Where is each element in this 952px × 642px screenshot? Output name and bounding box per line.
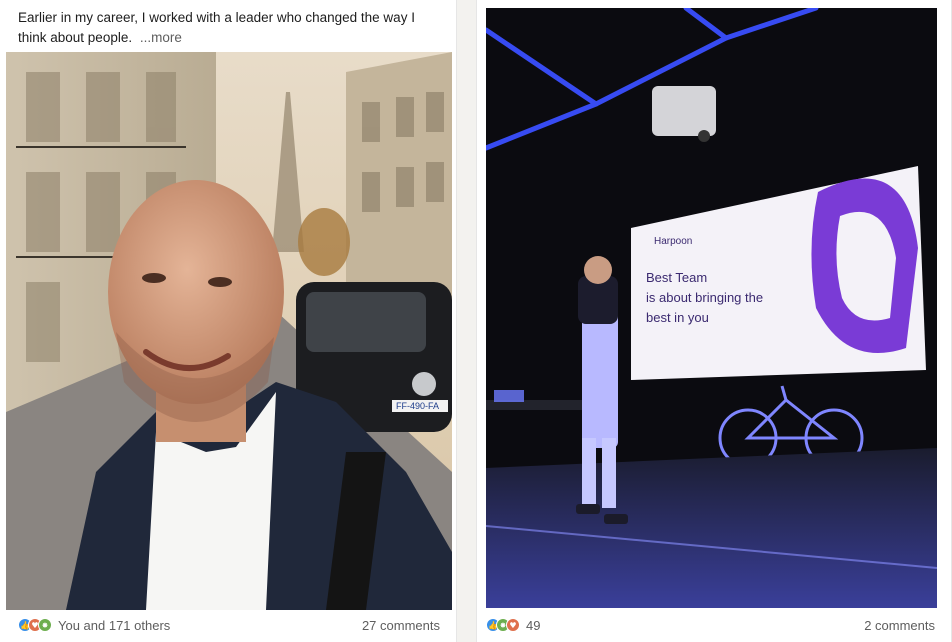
post-text: Earlier in my career, I worked with a le… (18, 8, 443, 48)
post-card-left: Earlier in my career, I worked with a le… (0, 0, 457, 642)
car-plate: FF-490-FA (396, 401, 439, 411)
stage-illustration: Harpoon Best Team is about bringing the … (486, 8, 937, 608)
slide-line-1: Best Team (646, 270, 707, 285)
slide-line-2: is about bringing the (646, 290, 763, 305)
comments-count-link[interactable]: 2 comments (864, 618, 935, 633)
post-card-right: Harpoon Best Team is about bringing the … (476, 0, 952, 642)
post-footer: 👍 ✸ ♥ 49 2 comments (477, 612, 951, 638)
love-icon: ♥ (506, 618, 520, 632)
celebrate-icon: ✸ (38, 618, 52, 632)
reactions-count-label[interactable]: You and 171 others (58, 618, 170, 633)
reactions-summary[interactable]: 👍 ♥ ✸ You and 171 others (18, 618, 170, 633)
reactions-count-label[interactable]: 49 (526, 618, 540, 633)
post-body-text: Earlier in my career, I worked with a le… (18, 10, 415, 45)
reactions-summary[interactable]: 👍 ✸ ♥ 49 (486, 618, 540, 633)
post-photo-stage-talk[interactable]: Harpoon Best Team is about bringing the … (486, 8, 937, 608)
post-footer: 👍 ♥ ✸ You and 171 others 27 comments (0, 612, 456, 638)
slide-line-3: best in you (646, 310, 709, 325)
slide-brand: Harpoon (654, 236, 692, 247)
post-photo-selfie-paris[interactable]: FF-490-FA (6, 52, 452, 610)
selfie-illustration: FF-490-FA (6, 52, 452, 610)
comments-count-link[interactable]: 27 comments (362, 618, 440, 633)
see-more-link[interactable]: ...more (140, 30, 182, 45)
